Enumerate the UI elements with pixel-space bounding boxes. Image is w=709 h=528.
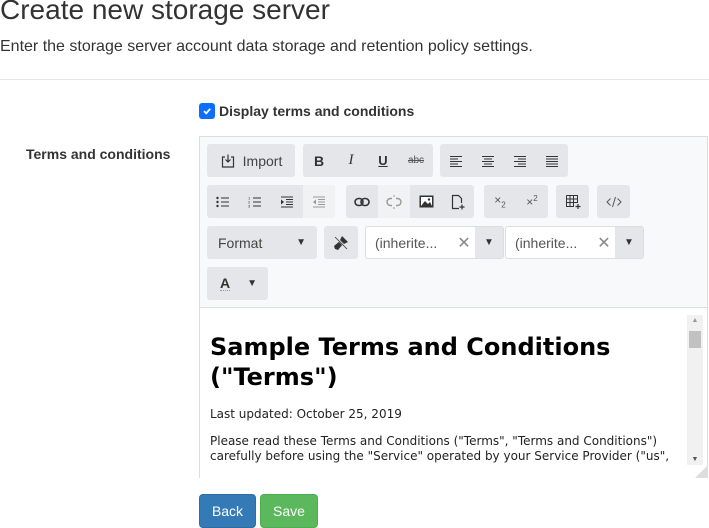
clean-formatting-button[interactable] xyxy=(324,226,358,259)
chevron-down-icon: ▼ xyxy=(247,278,257,289)
font-size-combobox[interactable]: (inherite... ✕ ▼ xyxy=(505,226,644,259)
font-family-combobox[interactable]: (inherite... ✕ ▼ xyxy=(365,226,504,259)
subscript-icon: ×2 xyxy=(494,193,506,210)
content-paragraph: Please read these Terms and Conditions (… xyxy=(210,434,670,463)
insert-table-icon xyxy=(565,194,580,209)
unlink-icon xyxy=(386,194,402,209)
scroll-down-icon[interactable]: ▼ xyxy=(687,456,703,463)
import-button[interactable]: Import xyxy=(207,144,295,177)
font-color-picker[interactable]: A ▼ xyxy=(207,267,268,300)
insert-file-icon xyxy=(451,194,465,209)
unlink-button[interactable] xyxy=(378,185,410,218)
font-size-value[interactable]: (inherite... xyxy=(506,227,593,258)
content-last-updated: Last updated: October 25, 2019 xyxy=(210,407,402,421)
editor-content-area[interactable]: Sample Terms and Conditions ("Terms") La… xyxy=(200,307,707,478)
underline-button[interactable]: U xyxy=(367,144,399,177)
page-subtitle: Enter the storage server account data st… xyxy=(0,38,533,55)
font-family-value[interactable]: (inherite... xyxy=(366,227,453,258)
toolbar-group-text-style: B I U abc xyxy=(303,144,433,177)
bold-button[interactable]: B xyxy=(303,144,335,177)
clear-font-size-icon[interactable]: ✕ xyxy=(593,227,615,258)
superscript-icon: ×2 xyxy=(526,194,538,209)
import-label: Import xyxy=(242,152,283,169)
save-button[interactable]: Save xyxy=(260,494,318,528)
toolbar-group-insert xyxy=(346,185,474,218)
toolbar-group-clean xyxy=(324,226,358,259)
align-center-icon xyxy=(482,155,494,167)
svg-text:3: 3 xyxy=(248,203,251,208)
insert-image-button[interactable] xyxy=(410,185,442,218)
terms-field-label: Terms and conditions xyxy=(26,146,171,162)
format-dropdown-value: Format xyxy=(218,234,263,251)
toolbar-group-table xyxy=(556,185,589,218)
align-left-icon xyxy=(450,155,462,167)
align-left-button[interactable] xyxy=(440,144,472,177)
toolbar-group-script: ×2 ×2 xyxy=(484,185,548,218)
format-dropdown[interactable]: Format ▼ xyxy=(207,226,317,259)
display-terms-checkbox[interactable] xyxy=(199,103,215,119)
chevron-down-icon[interactable]: ▼ xyxy=(475,227,503,258)
image-icon xyxy=(419,195,433,208)
scroll-up-icon[interactable]: ▲ xyxy=(687,317,703,324)
view-html-icon xyxy=(605,196,622,207)
toolbar-group-import: Import xyxy=(207,144,295,177)
numbered-list-icon: 123 xyxy=(248,196,261,208)
font-color-icon: A xyxy=(220,275,231,291)
outdent-icon xyxy=(313,196,325,207)
link-button[interactable] xyxy=(346,185,378,218)
display-terms-label[interactable]: Display terms and conditions xyxy=(219,103,414,119)
toolbar-group-align xyxy=(440,144,568,177)
checkmark-icon xyxy=(203,108,211,115)
view-html-button[interactable] xyxy=(597,185,630,218)
clear-font-family-icon[interactable]: ✕ xyxy=(453,227,475,258)
link-icon xyxy=(354,197,370,206)
insert-file-button[interactable] xyxy=(442,185,474,218)
outdent-button[interactable] xyxy=(303,185,335,218)
content-scrollbar[interactable]: ▲ ▼ xyxy=(687,315,703,465)
chevron-down-icon[interactable]: ▼ xyxy=(615,227,643,258)
strikethrough-button[interactable]: abc xyxy=(399,144,433,177)
toolbar-group-html xyxy=(597,185,630,218)
align-right-icon xyxy=(514,155,526,167)
indent-button[interactable] xyxy=(271,185,303,218)
page-title: Create new storage server xyxy=(0,0,330,25)
numbered-list-button[interactable]: 123 xyxy=(239,185,271,218)
display-terms-checkbox-row[interactable]: Display terms and conditions xyxy=(199,103,414,119)
indent-icon xyxy=(281,196,293,207)
insert-table-button[interactable] xyxy=(556,185,589,218)
scroll-thumb[interactable] xyxy=(689,331,701,348)
italic-button[interactable]: I xyxy=(335,144,367,177)
resize-handle[interactable] xyxy=(695,466,707,478)
superscript-button[interactable]: ×2 xyxy=(516,185,548,218)
back-button[interactable]: Back xyxy=(199,494,256,528)
import-icon xyxy=(221,154,234,168)
toolbar-group-lists: 123 xyxy=(207,185,335,218)
align-justify-icon xyxy=(546,155,558,167)
subscript-button[interactable]: ×2 xyxy=(484,185,516,218)
align-right-button[interactable] xyxy=(504,144,536,177)
bullet-list-icon xyxy=(216,196,229,207)
rich-text-editor: Import B I U abc 123 ×2 ×2 Format ▼ (inh… xyxy=(199,136,708,478)
chevron-down-icon: ▼ xyxy=(296,237,306,248)
clean-formatting-icon xyxy=(334,235,348,250)
divider xyxy=(0,79,709,80)
align-center-button[interactable] xyxy=(472,144,504,177)
align-justify-button[interactable] xyxy=(536,144,568,177)
bullet-list-button[interactable] xyxy=(207,185,239,218)
content-heading: Sample Terms and Conditions ("Terms") xyxy=(210,333,611,391)
